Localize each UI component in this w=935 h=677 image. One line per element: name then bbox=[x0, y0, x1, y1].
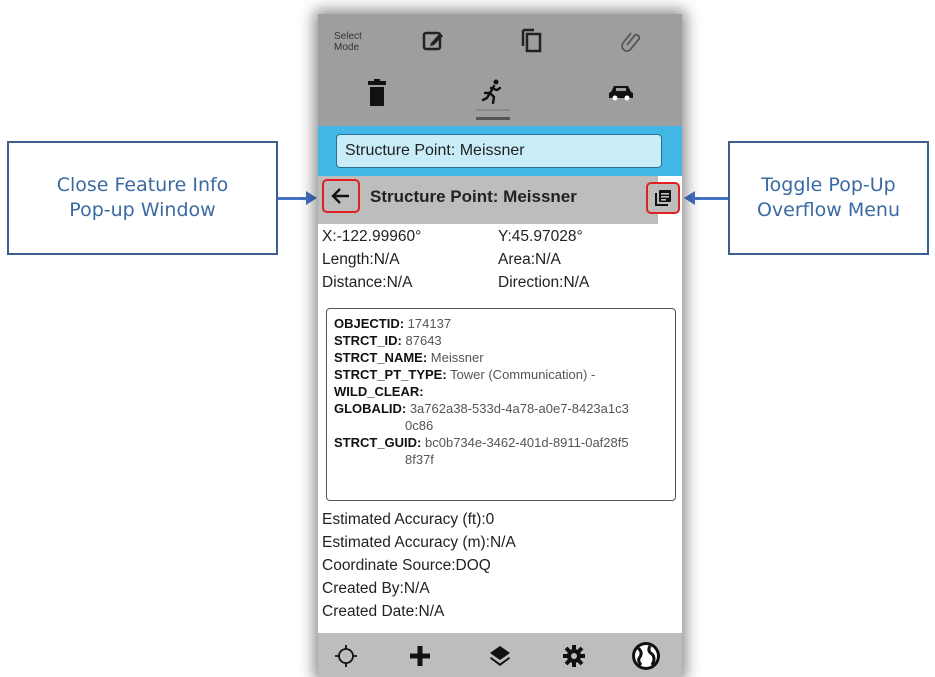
distance-value: Distance:N/A bbox=[322, 274, 413, 291]
callout-toggle-overflow: Toggle Pop-Up Overflow Menu bbox=[728, 141, 929, 255]
feature-search-field[interactable]: Structure Point: Meissner bbox=[336, 134, 662, 168]
attribute-row: STRCT_GUID: bc0b734e-3462-401d-8911-0af2… bbox=[334, 435, 629, 450]
close-popup-back-button[interactable] bbox=[322, 179, 360, 213]
area-value: Area:N/A bbox=[498, 251, 561, 268]
overflow-menu-button[interactable] bbox=[646, 182, 680, 214]
popup-title: Structure Point: Meissner bbox=[370, 187, 577, 206]
attribute-continuation: 8f37f bbox=[405, 452, 434, 467]
delete-icon[interactable] bbox=[362, 76, 392, 110]
overflow-menu-icon bbox=[655, 190, 671, 206]
attribute-continuation: 0c86 bbox=[405, 418, 434, 433]
walk-icon[interactable] bbox=[477, 76, 509, 108]
select-mode-button[interactable]: Select Mode bbox=[334, 24, 384, 60]
callout-arrow-left bbox=[278, 197, 306, 200]
callout-text-line: Overflow Menu bbox=[756, 199, 901, 221]
add-icon[interactable] bbox=[400, 636, 440, 676]
select-mode-label: Select bbox=[334, 31, 362, 42]
attribute-row: STRCT_ID: 87643 bbox=[334, 333, 442, 348]
edit-icon[interactable] bbox=[418, 26, 448, 56]
callout-text-line: Pop-up Window bbox=[69, 199, 216, 221]
locate-icon[interactable] bbox=[326, 636, 366, 676]
globe-icon[interactable] bbox=[626, 636, 666, 676]
attribute-row: GLOBALID: 3a762a38-533d-4a78-a0e7-8423a1… bbox=[334, 401, 629, 416]
copy-icon[interactable] bbox=[516, 24, 546, 56]
attribute-table: OBJECTID: 174137 STRCT_ID: 87643 STRCT_N… bbox=[326, 308, 676, 501]
attribute-row: OBJECTID: 174137 bbox=[334, 316, 452, 331]
attribute-row: STRCT_NAME: Meissner bbox=[334, 350, 484, 365]
back-arrow-icon bbox=[331, 188, 349, 204]
select-mode-label: Mode bbox=[334, 42, 360, 53]
callout-text-line: Toggle Pop-Up bbox=[761, 174, 896, 197]
settings-icon[interactable] bbox=[554, 636, 594, 676]
edit-toolbar: Select Mode bbox=[318, 14, 682, 126]
callout-arrow-right bbox=[695, 197, 728, 200]
attribute-row: WILD_CLEAR: bbox=[334, 384, 424, 399]
created-by: Created By:N/A bbox=[322, 580, 430, 597]
length-value: Length:N/A bbox=[322, 251, 400, 268]
tab-indicator bbox=[476, 109, 510, 111]
estimated-accuracy-m: Estimated Accuracy (m):N/A bbox=[322, 534, 516, 551]
attach-icon[interactable] bbox=[616, 26, 646, 56]
x-coordinate: X:-122.99960° bbox=[322, 228, 422, 245]
car-icon[interactable] bbox=[604, 78, 638, 106]
y-coordinate: Y:45.97028° bbox=[498, 228, 583, 245]
coordinate-source: Coordinate Source:DOQ bbox=[322, 557, 491, 574]
attribute-row: STRCT_PT_TYPE: Tower (Communication) - bbox=[334, 367, 596, 382]
created-date: Created Date:N/A bbox=[322, 603, 445, 620]
tab-indicator bbox=[476, 117, 510, 120]
callout-arrowhead-left bbox=[306, 191, 317, 205]
callout-text-line: Close Feature Info bbox=[56, 174, 229, 197]
layers-icon[interactable] bbox=[480, 636, 520, 676]
callout-arrowhead-right bbox=[684, 191, 695, 205]
phone-screen: Select Mode Structure Point: Meissner St… bbox=[318, 14, 682, 677]
callout-close-feature-info: Close Feature Info Pop-up Window bbox=[7, 141, 278, 255]
direction-value: Direction:N/A bbox=[498, 274, 590, 291]
estimated-accuracy-ft: Estimated Accuracy (ft):0 bbox=[322, 511, 495, 528]
